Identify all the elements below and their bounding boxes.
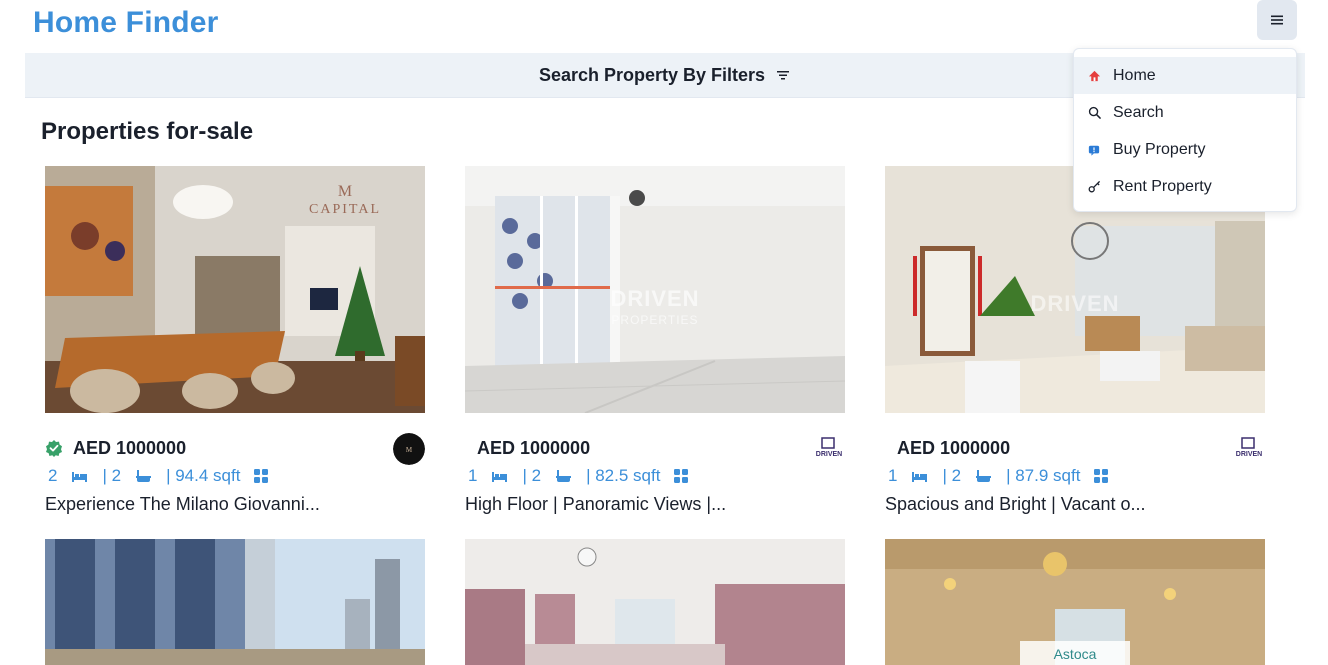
verified-check-icon — [45, 439, 63, 457]
property-card[interactable]: Astoca — [885, 539, 1265, 665]
bed-icon — [911, 469, 928, 483]
bath-icon — [135, 469, 152, 483]
menu-item-search[interactable]: Search — [1074, 94, 1296, 131]
price-row: AED 1000000 DRIVEN — [885, 433, 1265, 465]
property-photo[interactable] — [465, 539, 845, 665]
menu-item-label: Rent Property — [1113, 177, 1212, 195]
hamburger-icon — [1271, 15, 1283, 25]
bath-icon — [555, 469, 572, 483]
svg-text:DRIVEN: DRIVEN — [1236, 451, 1262, 458]
property-card[interactable] — [465, 539, 845, 665]
property-card[interactable]: CAPITAL M AED 1000000 M 2 | 2 | 94.4 sqf… — [45, 166, 425, 514]
property-card[interactable]: DRIVEN PROPERTIES AED 1000000 DRIVEN 1 |… — [465, 166, 845, 514]
menu-item-home[interactable]: Home — [1074, 57, 1296, 94]
svg-text:M: M — [406, 446, 413, 454]
baths-count: | 2 — [522, 466, 542, 485]
svg-text:DRIVEN: DRIVEN — [610, 286, 699, 311]
svg-text:M: M — [338, 183, 352, 200]
svg-text:DRIVEN: DRIVEN — [816, 451, 842, 458]
baths-count: | 2 — [942, 466, 962, 485]
menu-item-label: Search — [1113, 103, 1164, 121]
menu-item-label: Buy Property — [1113, 140, 1206, 158]
property-photo[interactable]: CAPITAL M — [45, 166, 425, 413]
baths-count: | 2 — [102, 466, 122, 485]
menu-item-buy-property[interactable]: Buy Property — [1074, 131, 1296, 168]
svg-text:PROPERTIES: PROPERTIES — [611, 313, 698, 327]
property-stats: 1 | 2 | 82.5 sqft — [468, 466, 691, 486]
price-label: AED 1000000 — [897, 437, 1011, 458]
filter-bar-label: Search Property By Filters — [538, 64, 766, 85]
menu-toggle-button[interactable] — [1257, 0, 1297, 40]
grid-icon — [674, 469, 691, 483]
property-photo[interactable]: Astoca — [885, 539, 1265, 665]
key-icon — [1087, 180, 1101, 194]
price-label: AED 1000000 — [73, 437, 187, 458]
grid-icon — [1094, 469, 1111, 483]
property-title[interactable]: High Floor | Panoramic Views |... — [465, 494, 726, 515]
area-value: | 87.9 sqft — [1006, 466, 1081, 485]
property-card[interactable] — [45, 539, 425, 665]
agency-logo[interactable]: DRIVEN — [1233, 433, 1265, 465]
property-title[interactable]: Spacious and Bright | Vacant o... — [885, 494, 1146, 515]
svg-text:Astoca: Astoca — [1054, 646, 1097, 662]
agency-logo[interactable]: DRIVEN — [813, 433, 845, 465]
section-title: Properties for-sale — [41, 118, 254, 145]
grid-icon — [254, 469, 271, 483]
property-title[interactable]: Experience The Milano Giovanni... — [45, 494, 320, 515]
property-stats: 1 | 2 | 87.9 sqft — [888, 466, 1111, 486]
property-photo[interactable] — [45, 539, 425, 665]
area-value: | 94.4 sqft — [166, 466, 241, 485]
menu-item-label: Home — [1113, 66, 1156, 84]
filter-lines-icon — [775, 67, 791, 83]
badge-icon — [1087, 143, 1101, 157]
nav-dropdown-menu: Home Search Buy Property Rent Property — [1073, 48, 1297, 212]
rooms-count: 1 — [468, 466, 478, 485]
price-row: AED 1000000 M — [45, 433, 425, 465]
rooms-count: 2 — [48, 466, 58, 485]
agency-logo[interactable]: M — [393, 433, 425, 465]
rooms-count: 1 — [888, 466, 898, 485]
svg-text:CAPITAL: CAPITAL — [309, 202, 381, 217]
property-stats: 2 | 2 | 94.4 sqft — [48, 466, 271, 486]
app-title[interactable]: Home Finder — [33, 6, 219, 40]
svg-text:DRIVEN: DRIVEN — [1030, 291, 1119, 316]
bath-icon — [975, 469, 992, 483]
menu-item-rent-property[interactable]: Rent Property — [1074, 168, 1296, 205]
bed-icon — [491, 469, 508, 483]
property-photo[interactable]: DRIVEN PROPERTIES — [465, 166, 845, 413]
price-label: AED 1000000 — [477, 437, 591, 458]
search-icon — [1087, 106, 1101, 120]
price-row: AED 1000000 DRIVEN — [465, 433, 845, 465]
home-icon — [1087, 69, 1101, 83]
area-value: | 82.5 sqft — [586, 466, 661, 485]
bed-icon — [71, 469, 88, 483]
